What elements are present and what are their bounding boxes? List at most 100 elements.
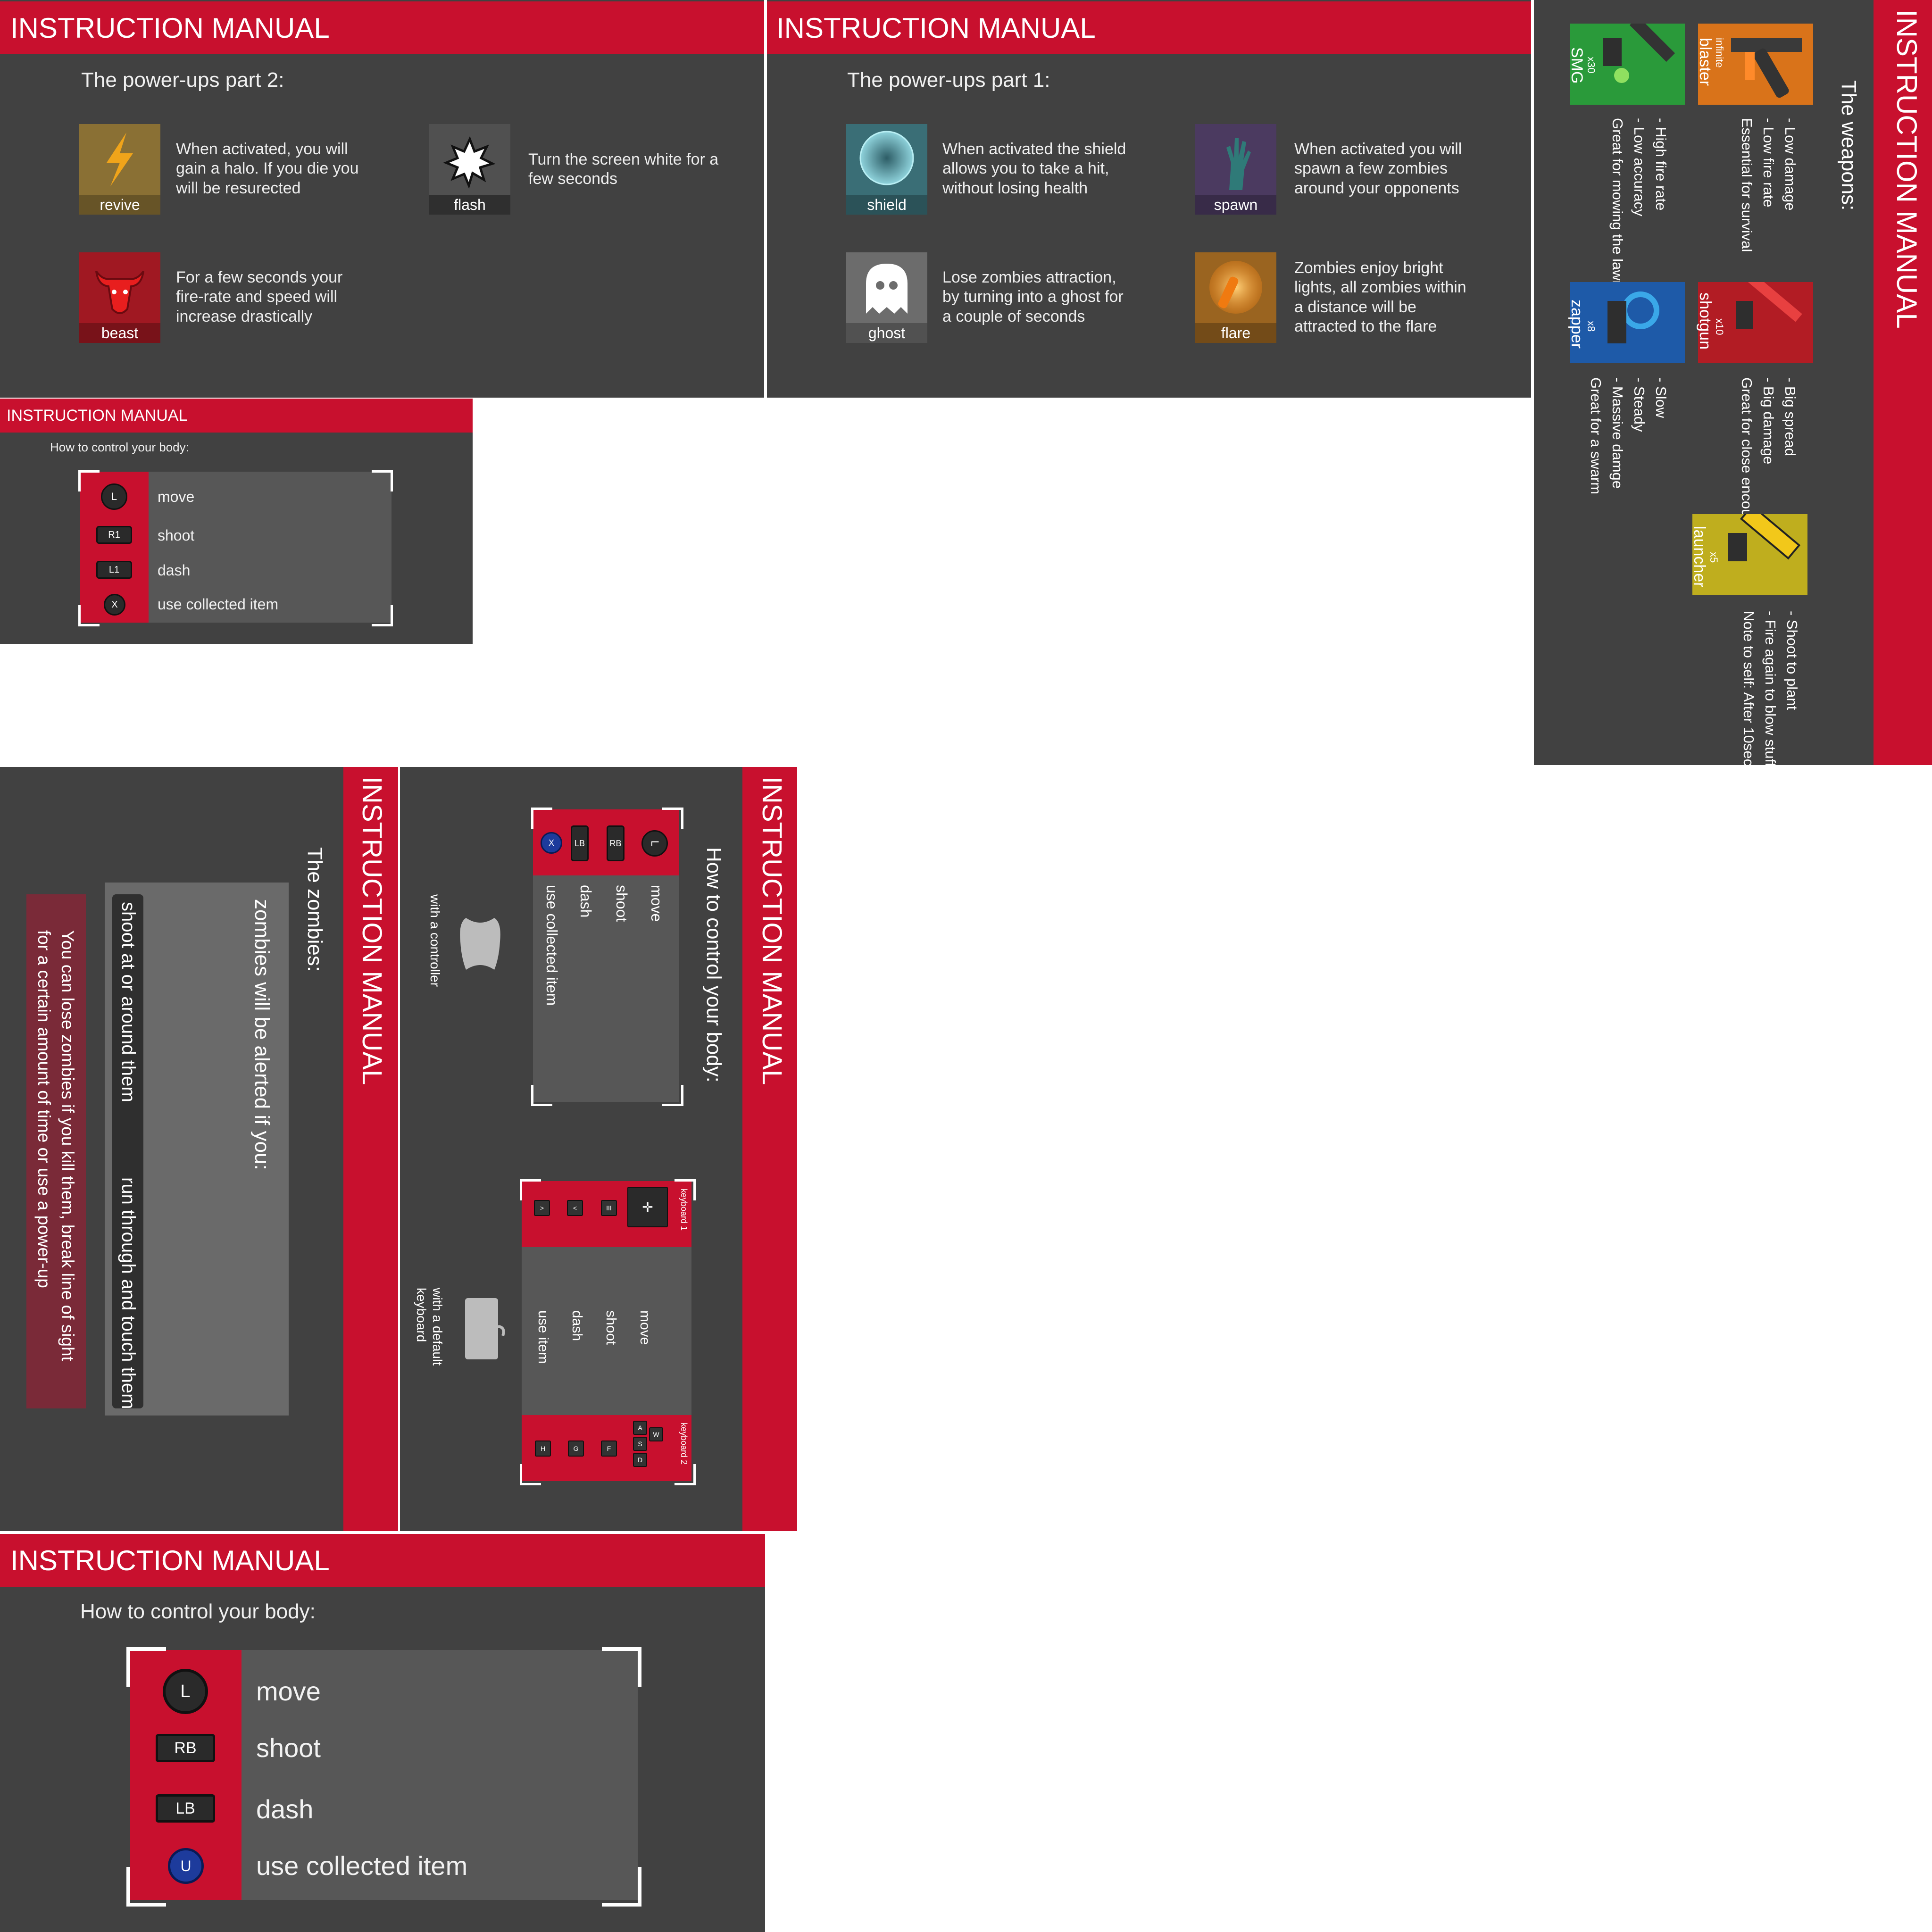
corner-bracket (78, 605, 100, 626)
weapon-launcher-name: launcher (1690, 526, 1708, 588)
weapon-shotgun-name: shotgun (1696, 292, 1714, 350)
manual-header: INSTRUCTION MANUAL (767, 1, 1531, 54)
powerup-flare-card: flare (1195, 252, 1276, 343)
powerup-flare-desc: Zombies enjoy bright lights, all zombies… (1294, 259, 1466, 336)
lightning-icon (107, 133, 133, 186)
zombies-alert-title: zombies will be alerted if you: (250, 899, 274, 1170)
weapon-shotgun-ammo: x10 (1714, 318, 1725, 335)
powerup-ghost-desc: Lose zombies attraction, by turning into… (942, 268, 1124, 325)
wasd-d: D (633, 1453, 647, 1467)
section-subtitle: How to control your body: (702, 847, 725, 1083)
key-g: G (568, 1441, 584, 1457)
manual-title: INSTRUCTION MANUAL (757, 776, 787, 1085)
keyboard1-label: keyboard 1 (679, 1189, 689, 1231)
starburst-icon (443, 136, 496, 189)
weapon-launcher-desc: - Shoot to plant - Fire again to blow st… (1740, 611, 1800, 765)
manual-title: INSTRUCTION MANUAL (776, 12, 1096, 44)
zombies-alert-item-2: run through and touch them (118, 1177, 139, 1409)
key-3: > (534, 1200, 550, 1216)
powerup-shield-card: shield (846, 124, 927, 215)
section-subtitle: The power-ups part 1: (847, 68, 1050, 92)
keyboard2-label: keyboard 2 (679, 1423, 689, 1465)
wasd-a: A (633, 1421, 647, 1435)
keyboard-caption: with a default keyboard (414, 1288, 445, 1366)
flare-icon (1209, 261, 1262, 314)
action-move: move (648, 885, 665, 922)
panel-powerups-2: INSTRUCTION MANUAL The power-ups part 2:… (0, 0, 764, 398)
weapon-smg-ammo: x30 (1585, 57, 1597, 74)
manual-title: INSTRUCTION MANUAL (10, 1544, 330, 1576)
corner-bracket (372, 470, 393, 491)
key-f: F (601, 1441, 617, 1457)
ghost-icon (866, 264, 908, 314)
zombies-lose-text: You can lose zombies if you kill them, b… (34, 930, 77, 1361)
wasd-w: W (649, 1427, 663, 1441)
corner-bracket (78, 470, 100, 491)
powerup-spawn-desc: When activated you will spawn a few zomb… (1294, 140, 1462, 197)
powerup-ghost-label: ghost (846, 323, 927, 343)
keyboard-icon (465, 1298, 505, 1359)
lb-button: LB (156, 1794, 215, 1823)
controller-caption: with a controller (428, 894, 442, 987)
section-subtitle: The zombies: (303, 847, 326, 972)
corner-bracket (675, 1464, 696, 1485)
powerup-revive-card: revive (79, 124, 160, 215)
kb-action-move: move (637, 1310, 653, 1345)
rb-button: RB (156, 1734, 215, 1762)
powerup-spawn-label: spawn (1195, 195, 1276, 215)
weapon-zapper-name: zapper (1568, 300, 1586, 349)
l1-button: L1 (96, 561, 132, 579)
left-stick-button: L (163, 1669, 208, 1714)
action-move: move (158, 488, 195, 505)
lb-button: LB (571, 825, 589, 861)
zombie-hand-icon (1226, 138, 1251, 190)
panel-controls-large: INSTRUCTION MANUAL How to control your b… (0, 1534, 765, 1932)
panel-controls-small: INSTRUCTION MANUAL How to control your b… (0, 399, 473, 644)
corner-bracket (531, 1085, 552, 1106)
wasd-s: S (633, 1437, 647, 1451)
panel-controls-vertical: INSTRUCTION MANUAL How to control your b… (400, 767, 797, 1531)
powerup-flash-label: flash (429, 195, 510, 215)
panel-zombies: INSTRUCTION MANUAL The zombies: zombies … (0, 767, 398, 1531)
powerup-beast-label: beast (79, 323, 160, 343)
rb-button: RB (607, 825, 625, 861)
action-use-item: use collected item (158, 596, 279, 613)
corner-bracket (520, 1179, 541, 1200)
powerup-beast-card: beast (79, 252, 160, 343)
corner-bracket (662, 808, 683, 829)
section-subtitle: How to control your body: (50, 440, 189, 454)
powerup-revive-desc: When activated, you will gain a halo. If… (176, 140, 359, 197)
powerup-spawn-card: spawn (1195, 124, 1276, 215)
weapon-smg-name: SMG (1568, 47, 1586, 84)
left-stick-button: L (101, 483, 127, 510)
manual-header: INSTRUCTION MANUAL (0, 1, 764, 54)
action-shoot: shoot (158, 527, 195, 544)
section-subtitle: How to control your body: (80, 1600, 316, 1623)
manual-header: INSTRUCTION MANUAL (0, 1534, 765, 1587)
action-shoot: shoot (256, 1733, 321, 1763)
weapon-blaster-ammo: infinite (1714, 38, 1725, 68)
bull-head-icon (95, 270, 144, 314)
action-use-item: use collected item (543, 885, 560, 1006)
corner-bracket (602, 1867, 641, 1907)
weapon-blaster-desc: - Low damage - Low fire rate Essential f… (1739, 118, 1799, 252)
action-move: move (256, 1676, 321, 1706)
weapon-zapper-desc: - Slow - Steady - Massive damge Great fo… (1588, 377, 1669, 495)
action-dash: dash (577, 885, 594, 918)
zombies-alert-item-1: shoot at or around them (118, 902, 139, 1102)
corner-bracket (602, 1647, 641, 1687)
key-1: III (601, 1200, 617, 1216)
arrow-keys-icon: ✛ (627, 1187, 668, 1227)
panel-powerups-1: INSTRUCTION MANUAL The power-ups part 1:… (767, 0, 1531, 398)
manual-title: INSTRUCTION MANUAL (1891, 9, 1923, 329)
weapon-launcher-ammo: x5 (1708, 552, 1720, 563)
powerup-flash-desc: Turn the screen white for a few seconds (528, 150, 719, 188)
weapon-zapper-ammo: x8 (1585, 321, 1597, 332)
panel-weapons: INSTRUCTION MANUAL The weapons: blaster … (1534, 0, 1932, 765)
weapon-smg-desc: - High fire rate - Low accuracy Great fo… (1609, 118, 1669, 289)
manual-header: INSTRUCTION MANUAL (0, 399, 473, 433)
shield-orb-icon (859, 131, 914, 185)
section-subtitle: The weapons: (1837, 80, 1860, 211)
corner-bracket (126, 1647, 166, 1687)
corner-bracket (662, 1085, 683, 1106)
